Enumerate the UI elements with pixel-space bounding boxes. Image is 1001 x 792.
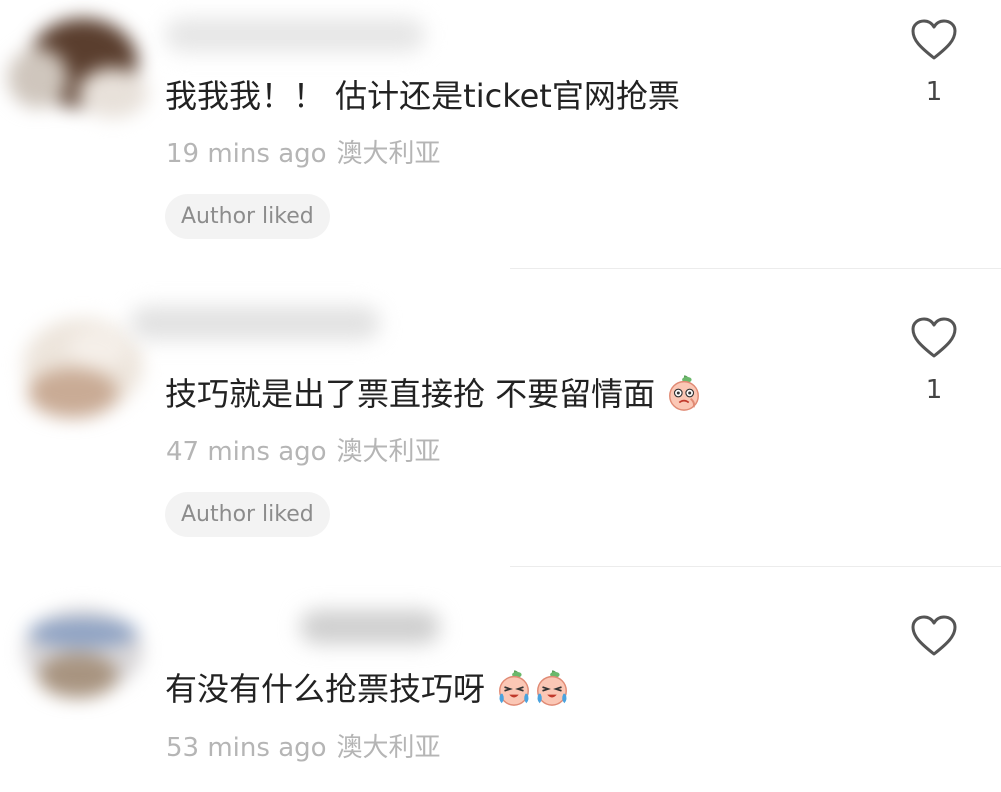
divider (510, 566, 1001, 567)
comment-location: 澳大利亚 (336, 437, 441, 467)
comment-text-content: 我我我！！ 估计还是ticket官网抢票 (165, 77, 680, 115)
comment-item[interactable]: 有没有什么抢票技巧呀 53 mins ago 澳大利亚 (0, 568, 1001, 792)
comment-time: 19 mins ago (166, 139, 327, 169)
avatar[interactable] (8, 598, 158, 718)
username[interactable] (130, 306, 380, 340)
comment-text: 我我我！！ 估计还是ticket官网抢票 (165, 76, 680, 116)
comment-text-content: 技巧就是出了票直接抢 不要留情面 (165, 375, 656, 413)
heart-outline-icon (911, 317, 957, 358)
comment-item[interactable]: 我我我！！ 估计还是ticket官网抢票 19 mins ago 澳大利亚 Aut… (0, 0, 1001, 268)
like-button[interactable] (910, 614, 958, 658)
comment-text: 技巧就是出了票直接抢 不要留情面 (165, 374, 703, 414)
comment-location: 澳大利亚 (336, 733, 441, 763)
like-button[interactable] (910, 316, 958, 360)
embarrassed-face-emoji (669, 375, 700, 411)
comment-text: 有没有什么抢票技巧呀 (165, 669, 571, 709)
username[interactable] (300, 610, 440, 644)
crying-face-emoji (537, 670, 568, 706)
comment-time: 47 mins ago (166, 437, 327, 467)
author-liked-badge: Author liked (165, 194, 330, 239)
divider (510, 268, 1001, 269)
crying-face-emoji (499, 670, 530, 706)
like-count: 1 (925, 77, 943, 107)
username[interactable] (165, 18, 425, 52)
avatar[interactable] (8, 8, 158, 128)
comment-meta: 53 mins ago 澳大利亚 (166, 732, 441, 764)
author-liked-badge: Author liked (165, 492, 330, 537)
heart-outline-icon (911, 615, 957, 656)
comment-text-content: 有没有什么抢票技巧呀 (165, 670, 486, 708)
comment-meta: 47 mins ago 澳大利亚 (166, 436, 441, 468)
comment-item[interactable]: 技巧就是出了票直接抢 不要留情面 47 mins ago 澳大利亚 Author … (0, 270, 1001, 566)
like-count: 1 (925, 375, 943, 405)
comment-location: 澳大利亚 (336, 139, 441, 169)
comment-time: 53 mins ago (166, 733, 327, 763)
comment-meta: 19 mins ago 澳大利亚 (166, 138, 441, 170)
like-button[interactable] (910, 18, 958, 62)
heart-outline-icon (911, 19, 957, 60)
